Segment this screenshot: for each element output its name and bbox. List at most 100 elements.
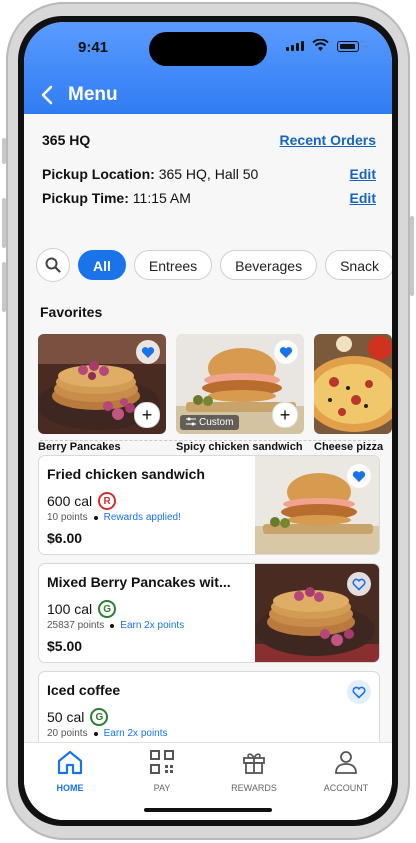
custom-label: Custom (199, 417, 234, 428)
cheese-pizza-image (314, 334, 392, 434)
nutrition-badge: G (90, 708, 109, 726)
section-divider (40, 440, 376, 441)
pickup-time: Pickup Time: 11:15 AM (42, 190, 191, 206)
favorite-heart-button[interactable] (347, 680, 371, 704)
separator-dot (93, 731, 98, 736)
heart-outline-icon (352, 578, 366, 591)
heart-filled-icon (141, 346, 155, 358)
berry-pancakes-image: + (38, 334, 166, 434)
header-bar: 9:41 Menu (24, 22, 392, 114)
add-to-cart-button[interactable]: + (134, 402, 160, 428)
heart-filled-icon (279, 346, 293, 358)
favorite-name: Cheese pizza (314, 441, 384, 453)
qr-code-icon (150, 750, 174, 774)
favorite-heart-button[interactable] (274, 340, 298, 364)
custom-tag: Custom (180, 415, 240, 430)
item-points: 25837 points Earn 2x points (47, 620, 184, 631)
person-icon (335, 751, 357, 774)
menu-content[interactable]: 365 HQ Recent Orders Pickup Location: 36… (24, 114, 392, 742)
favorite-heart-button[interactable] (347, 572, 371, 596)
signal-icon (286, 41, 304, 51)
heart-outline-icon (352, 686, 366, 699)
calories-value: 50 cal (47, 709, 85, 725)
pickup-time-label: Pickup Time: (42, 190, 129, 206)
calories-value: 600 cal (47, 493, 93, 509)
item-points: 10 points Rewards applied! (47, 512, 181, 523)
gift-icon (243, 753, 265, 774)
tab-account[interactable]: ACCOUNT (306, 749, 386, 793)
item-name: Iced coffee (47, 682, 121, 698)
item-points: 20 points Earn 2x points (47, 728, 168, 739)
filter-snack[interactable]: Snack (325, 250, 392, 280)
category-filters: All Entrees Beverages Snack (36, 248, 392, 282)
chevron-left-icon (41, 85, 53, 105)
recent-orders-link[interactable]: Recent Orders (280, 132, 376, 148)
page-title: Menu (68, 84, 118, 105)
heart-filled-icon (352, 470, 366, 482)
status-time: 9:41 (78, 39, 109, 56)
item-name: Mixed Berry Pancakes wit... (47, 574, 231, 590)
favorite-name: Spicy chicken sandwich (176, 441, 303, 453)
edit-time-link[interactable]: Edit (350, 190, 376, 206)
nutrition-badge: G (98, 600, 117, 618)
tab-pay[interactable]: PAY (122, 749, 202, 793)
home-indicator (144, 808, 272, 812)
item-price: $5.00 (47, 638, 83, 654)
fried-chicken-sandwich-image (255, 456, 379, 554)
favorite-item[interactable]: + Berry Pancakes (38, 334, 166, 453)
item-calories: 50 cal G (47, 708, 109, 726)
search-button[interactable] (36, 248, 70, 282)
volume-down-button (2, 262, 6, 312)
chicken-sandwich-image: Custom + (176, 334, 304, 434)
pickup-location: Pickup Location: 365 HQ, Hall 50 (42, 166, 258, 182)
pickup-time-value: 11:15 AM (132, 190, 191, 206)
pickup-location-label: Pickup Location: (42, 166, 155, 182)
search-icon (45, 257, 61, 273)
nutrition-badge: R (98, 492, 117, 510)
tab-label: ACCOUNT (323, 783, 369, 793)
rewards-note: Rewards applied! (103, 512, 181, 523)
wifi-icon (312, 39, 329, 51)
mixed-berry-pancakes-image (255, 564, 379, 662)
item-price: $6.00 (47, 530, 83, 546)
favorite-name: Berry Pancakes (38, 441, 121, 453)
favorite-heart-button[interactable] (136, 340, 160, 364)
home-icon (57, 750, 83, 775)
item-calories: 600 cal R (47, 492, 117, 510)
rewards-note: Earn 2x points (103, 728, 168, 739)
menu-item-card[interactable]: Iced coffee 50 cal G 20 points Earn 2x poi… (38, 671, 380, 742)
separator-dot (110, 623, 115, 628)
calories-value: 100 cal (47, 601, 93, 617)
favorite-item[interactable]: Cheese pizza (314, 334, 392, 453)
edit-location-link[interactable]: Edit (350, 166, 376, 182)
favorite-item[interactable]: Custom + Spicy chicken sandwich (176, 334, 304, 453)
power-button (410, 216, 414, 296)
tab-label: HOME (56, 783, 84, 793)
separator-dot (93, 515, 98, 520)
back-button[interactable] (40, 84, 54, 112)
store-name: 365 HQ (42, 132, 91, 148)
points-value: 20 points (47, 728, 88, 739)
rewards-note: Earn 2x points (120, 620, 185, 631)
battery-icon (337, 41, 359, 52)
tab-label: PAY (153, 783, 171, 793)
filter-entrees[interactable]: Entrees (133, 250, 213, 280)
favorites-title: Favorites (40, 304, 103, 320)
tab-rewards[interactable]: REWARDS (214, 749, 294, 793)
add-to-cart-button[interactable]: + (272, 402, 298, 428)
pickup-location-value: 365 HQ, Hall 50 (158, 166, 259, 182)
points-value: 25837 points (47, 620, 105, 631)
tab-home[interactable]: HOME (30, 749, 110, 793)
tab-label: REWARDS (231, 783, 277, 793)
points-value: 10 points (47, 512, 88, 523)
menu-item-card[interactable]: Mixed Berry Pancakes wit... 100 cal G 258… (38, 563, 380, 663)
filter-beverages[interactable]: Beverages (220, 250, 318, 280)
screen: 9:41 Menu 365 HQ Recent Orders Pickup Lo… (24, 22, 392, 820)
favorite-heart-button[interactable] (347, 464, 371, 488)
filter-all[interactable]: All (78, 250, 126, 280)
mute-switch (2, 138, 6, 164)
menu-item-card[interactable]: Fried chicken sandwich 600 cal R 10 point… (38, 455, 380, 555)
item-name: Fried chicken sandwich (47, 466, 205, 482)
dynamic-island (149, 32, 267, 66)
volume-up-button (2, 198, 6, 248)
